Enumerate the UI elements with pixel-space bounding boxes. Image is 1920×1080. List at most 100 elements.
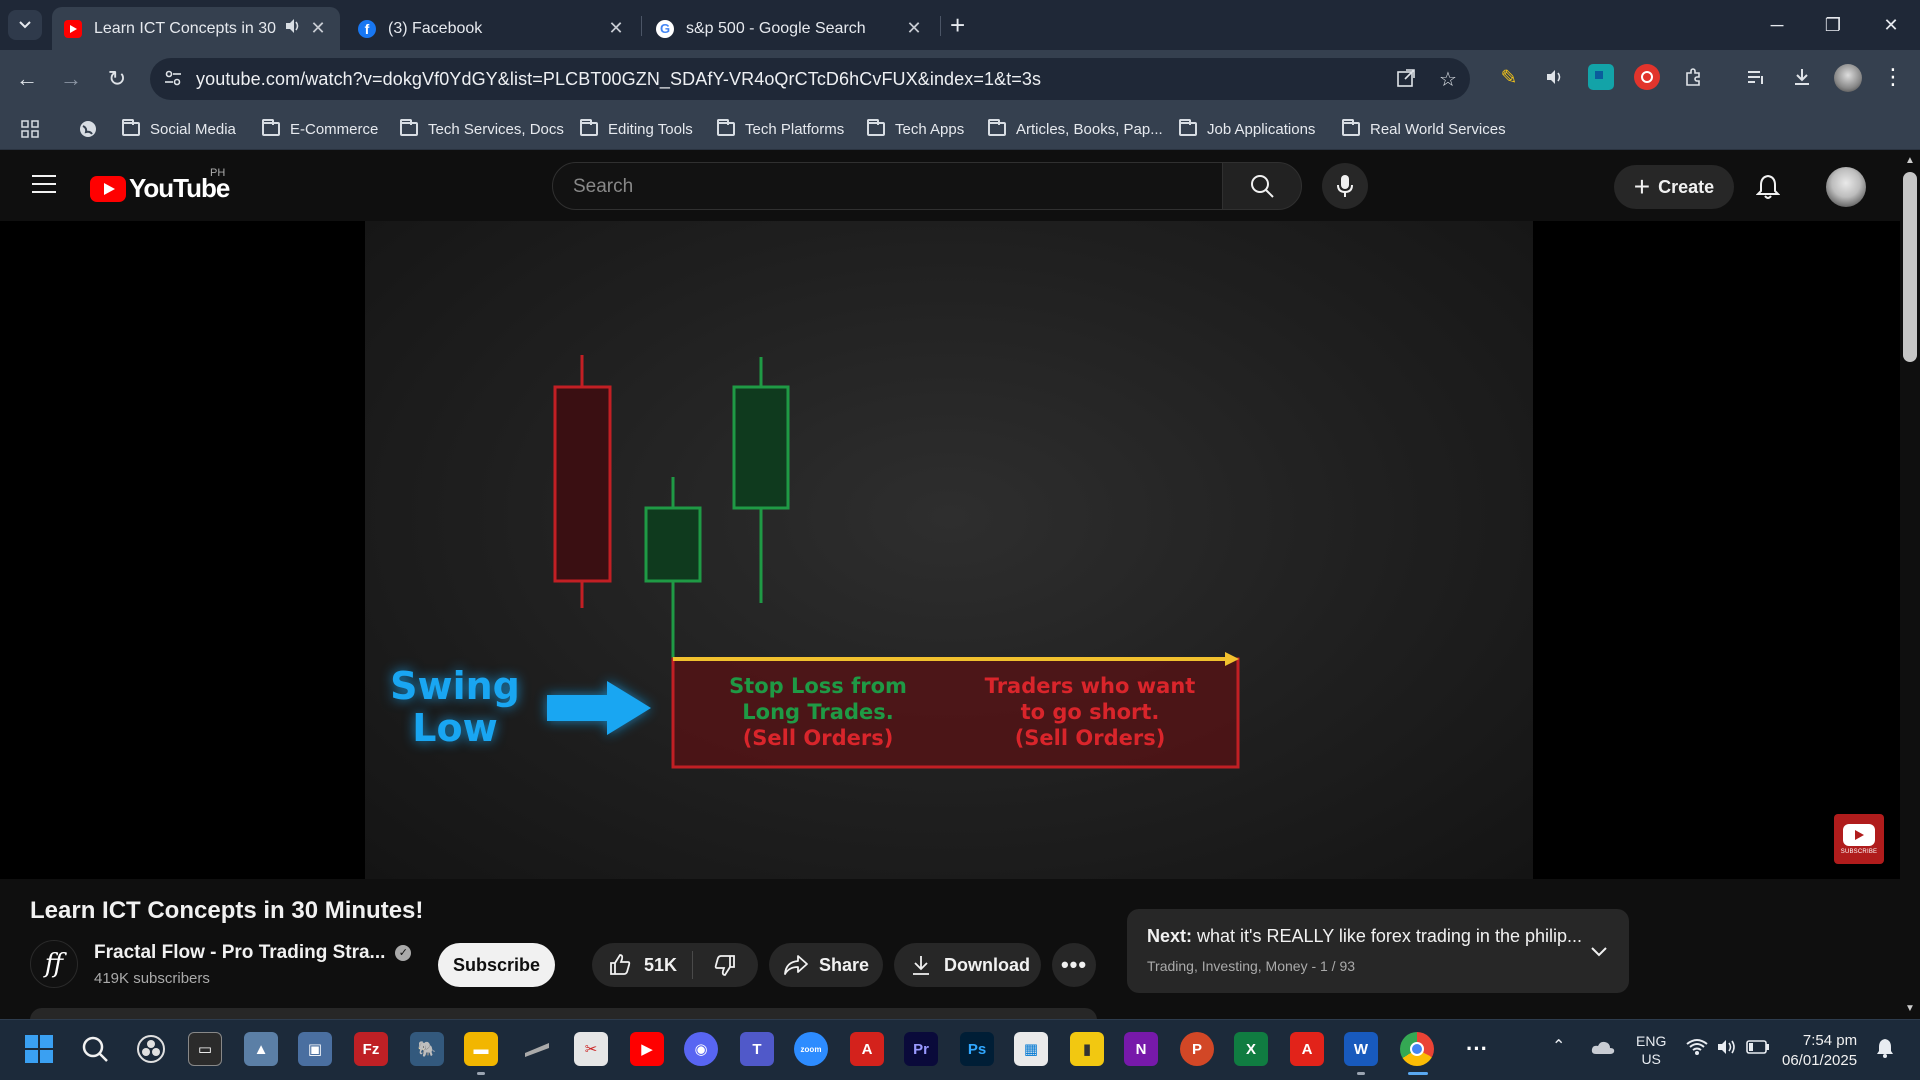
photos-icon[interactable]: ▲ — [244, 1032, 278, 1066]
profile-avatar-icon[interactable] — [1834, 64, 1862, 92]
dislike-button[interactable] — [693, 953, 757, 977]
remote-desktop-icon[interactable]: ▣ — [298, 1032, 332, 1066]
new-tab-button[interactable]: + — [950, 12, 965, 38]
next-video-line[interactable]: Next: what it's REALLY like forex tradin… — [1147, 926, 1582, 947]
chevron-down-icon[interactable] — [1587, 939, 1611, 963]
media-control-icon[interactable] — [1744, 64, 1770, 90]
close-tab-icon[interactable]: ✕ — [904, 18, 924, 39]
tab-facebook[interactable]: f (3) Facebook ✕ — [346, 7, 638, 50]
bookmark-folder-social-media[interactable]: Social Media — [122, 116, 236, 142]
bookmark-folder-tech-apps[interactable]: Tech Apps — [867, 116, 964, 142]
menu-icon[interactable] — [32, 175, 56, 195]
tab-youtube[interactable]: Learn ICT Concepts in 30 M ✕ — [52, 7, 340, 50]
search-button[interactable] — [1222, 162, 1302, 210]
power-bi-icon[interactable]: ▮ — [1070, 1032, 1104, 1066]
highlighter-extension-icon[interactable]: ✎ — [1496, 64, 1522, 90]
word-icon[interactable]: W — [1344, 1032, 1378, 1066]
discord-icon[interactable]: ◉ — [684, 1032, 718, 1066]
obs-icon[interactable] — [134, 1032, 168, 1066]
create-button[interactable]: + Create — [1614, 165, 1734, 209]
address-bar[interactable]: youtube.com/watch?v=dokgVf0YdGY&list=PLC… — [150, 58, 1470, 100]
bookmark-folder-editing-tools[interactable]: Editing Tools — [580, 116, 693, 142]
bookmark-folder-real-world-services[interactable]: Real World Services — [1342, 116, 1506, 142]
back-button[interactable]: ← — [12, 64, 42, 94]
zoom-icon[interactable]: zoom — [794, 1032, 828, 1066]
search-input[interactable]: Search — [552, 162, 1224, 210]
close-tab-icon[interactable]: ✕ — [606, 18, 626, 39]
youtube-logo[interactable]: YouTube PH — [90, 167, 230, 204]
onenote-icon[interactable]: N — [1124, 1032, 1158, 1066]
download-button[interactable]: Download — [894, 943, 1041, 987]
restore-button[interactable]: ❐ — [1818, 10, 1848, 40]
postgresql-icon[interactable]: 🐘 — [410, 1032, 444, 1066]
acrobat-icon[interactable]: A — [850, 1032, 884, 1066]
like-button[interactable]: 51K — [592, 953, 692, 977]
teal-extension-icon[interactable] — [1588, 64, 1614, 90]
autocad-icon[interactable]: A — [1290, 1032, 1324, 1066]
reload-button[interactable]: ↻ — [102, 64, 132, 94]
filezilla-icon[interactable]: Fz — [354, 1032, 388, 1066]
bookmark-folder-articles[interactable]: Articles, Books, Pap... — [988, 116, 1163, 142]
bookmark-star-icon[interactable]: ☆ — [1436, 68, 1460, 92]
windows-start-icon[interactable] — [22, 1032, 56, 1066]
scroll-up-arrow[interactable]: ▲ — [1900, 155, 1920, 166]
close-tab-icon[interactable]: ✕ — [308, 18, 328, 39]
close-window-button[interactable]: ✕ — [1876, 10, 1906, 40]
file-explorer-icon[interactable]: ▬ — [464, 1032, 498, 1066]
extensions-puzzle-icon[interactable] — [1680, 64, 1706, 90]
store-icon[interactable]: ▦ — [1014, 1032, 1048, 1066]
bookmark-folder-tech-platforms[interactable]: Tech Platforms — [717, 116, 844, 142]
channel-name[interactable]: Fractal Flow - Pro Trading Stra... ✓ — [94, 942, 412, 964]
powerpoint-icon[interactable]: P — [1180, 1032, 1214, 1066]
onedrive-cloud-icon[interactable] — [1590, 1038, 1616, 1059]
speaker-extension-icon[interactable] — [1542, 64, 1568, 90]
tab-google-search[interactable]: G s&p 500 - Google Search ✕ — [644, 7, 936, 50]
open-in-app-icon[interactable] — [1394, 68, 1418, 92]
channel-avatar[interactable]: ff — [30, 940, 78, 988]
snipping-tool-icon[interactable]: ✂ — [574, 1032, 608, 1066]
search-icon[interactable] — [78, 1032, 112, 1066]
battery-icon[interactable] — [1746, 1040, 1770, 1057]
volume-icon[interactable] — [1716, 1038, 1738, 1059]
sublime-icon[interactable] — [520, 1032, 554, 1066]
speaker-icon[interactable] — [284, 18, 302, 39]
site-settings-icon[interactable] — [162, 68, 184, 90]
more-actions-button[interactable]: ••• — [1052, 943, 1096, 987]
red-extension-icon[interactable] — [1634, 64, 1660, 90]
excel-icon[interactable]: X — [1234, 1032, 1268, 1066]
notification-bell-icon[interactable] — [1876, 1038, 1894, 1061]
teams-icon[interactable]: T — [740, 1032, 774, 1066]
browser-menu-icon[interactable]: ⋮ — [1880, 64, 1906, 90]
forward-button[interactable]: → — [56, 64, 86, 94]
url-text[interactable]: youtube.com/watch?v=dokgVf0YdGY&list=PLC… — [196, 69, 1041, 90]
channel-watermark-button[interactable]: SUBSCRIBE — [1834, 814, 1884, 864]
scrollbar-thumb[interactable] — [1903, 172, 1917, 362]
photoshop-icon[interactable]: Ps — [960, 1032, 994, 1066]
youtube-app-icon[interactable]: ▶ — [630, 1032, 664, 1066]
subscribe-button[interactable]: Subscribe — [438, 943, 555, 987]
wifi-icon[interactable] — [1686, 1038, 1708, 1059]
chrome-icon[interactable] — [1400, 1032, 1434, 1066]
language-indicator[interactable]: ENG US — [1636, 1032, 1666, 1068]
minimize-button[interactable]: ─ — [1762, 10, 1792, 40]
scroll-down-arrow[interactable]: ▼ — [1900, 1003, 1920, 1014]
voice-search-button[interactable] — [1322, 163, 1368, 209]
system-clock[interactable]: 7:54 pm 06/01/2025 — [1782, 1031, 1857, 1071]
premiere-icon[interactable]: Pr — [904, 1032, 938, 1066]
notifications-bell-icon[interactable] — [1752, 171, 1784, 203]
account-avatar[interactable] — [1826, 167, 1866, 207]
tab-search-button[interactable] — [8, 10, 42, 40]
globe-icon[interactable] — [78, 116, 98, 142]
apps-grid-icon[interactable] — [20, 116, 40, 142]
bookmark-folder-tech-services[interactable]: Tech Services, Docs — [400, 116, 564, 142]
terminal-icon[interactable]: ▭ — [188, 1032, 222, 1066]
share-button[interactable]: Share — [769, 943, 883, 987]
playlist-next-card[interactable]: Next: what it's REALLY like forex tradin… — [1127, 909, 1629, 993]
downloads-icon[interactable] — [1789, 64, 1815, 90]
bookmark-folder-job-applications[interactable]: Job Applications — [1179, 116, 1315, 142]
video-frame[interactable]: Swing Low Stop Loss from Long Trades. (S… — [365, 221, 1533, 879]
more-apps-icon[interactable]: ··· — [1460, 1032, 1494, 1066]
bookmark-folder-e-commerce[interactable]: E-Commerce — [262, 116, 378, 142]
show-hidden-icons-chevron[interactable]: ⌃ — [1552, 1036, 1565, 1056]
swing-low-label: Swing Low — [390, 664, 520, 750]
